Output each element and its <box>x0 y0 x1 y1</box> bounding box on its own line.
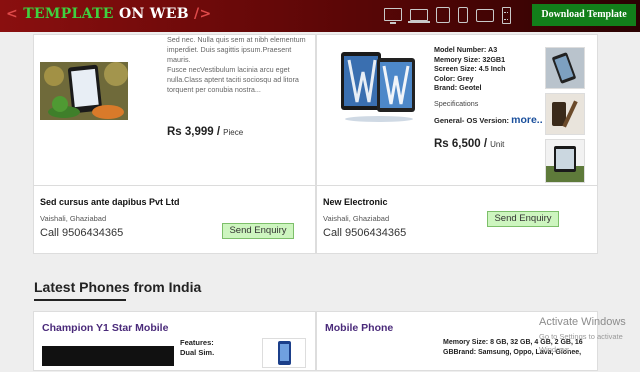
top-bar: < TEMPLATE ON WEB /> Download Template <box>0 0 640 32</box>
send-enquiry-button[interactable]: Send Enquiry <box>487 211 559 227</box>
send-enquiry-button[interactable]: Send Enquiry <box>222 223 294 239</box>
brand-open-bracket: < <box>6 6 19 22</box>
product-thumbnail[interactable] <box>545 139 585 183</box>
description-line: nulla.Class aptent taciti sociosqu ad li… <box>167 75 299 84</box>
phone-image[interactable] <box>42 346 174 366</box>
price-unit: Piece <box>223 128 244 137</box>
price-unit: Unit <box>490 140 505 149</box>
activate-windows-watermark: Activate Windows Go to Settings to activ… <box>539 316 640 356</box>
phone-card: Champion Y1 Star Mobile Features: Dual S… <box>33 311 316 371</box>
spec-line: Memory Size: 32GB1 <box>434 54 506 64</box>
product-image[interactable] <box>337 46 421 126</box>
brand-logo[interactable]: < TEMPLATE ON WEB /> <box>6 6 212 22</box>
feature-line: Features: <box>180 338 214 347</box>
desktop-icon[interactable] <box>384 8 402 24</box>
more-link[interactable]: more.. <box>511 114 543 126</box>
card-divider <box>317 185 597 186</box>
spec-line: Brand: Geotel <box>434 83 482 92</box>
specifications-heading: Specifications <box>434 99 479 108</box>
card-divider <box>34 185 315 186</box>
description-line: Sed nec. Nulla quis sem at nibh elementu… <box>167 35 306 44</box>
product-price: Rs 3,999 / Piece <box>167 126 243 138</box>
product-card: Sed nec. Nulla quis sem at nibh elementu… <box>33 34 316 254</box>
product-thumbnail[interactable] <box>545 47 585 89</box>
price-amount: Rs 3,999 / <box>167 126 221 138</box>
seller-name[interactable]: New Electronic <box>323 197 388 207</box>
brand-close-bracket: /> <box>194 6 212 22</box>
phone-thumbnail[interactable] <box>262 338 306 368</box>
watermark-subtitle: Go to Settings to activate Windows. <box>539 332 623 354</box>
tablet-landscape-icon[interactable] <box>476 9 494 22</box>
feature-phone-icon[interactable] <box>502 7 511 24</box>
product-image[interactable] <box>40 62 128 120</box>
spec-line: Color: Grey <box>434 73 474 83</box>
seller-phone: Call 9506434365 <box>40 227 124 239</box>
os-version-label: General- OS Version: <box>434 116 510 125</box>
spec-line: Screen Size: 4.5 Inch <box>434 64 506 73</box>
download-template-button[interactable]: Download Template <box>532 4 636 26</box>
brand-word-template: TEMPLATE <box>23 6 114 22</box>
tablet-icon[interactable] <box>436 7 450 23</box>
watermark-title: Activate Windows <box>539 316 626 328</box>
phone-title[interactable]: Mobile Phone <box>325 322 393 334</box>
seller-location: Vaishali, Ghaziabad <box>323 214 390 223</box>
product-price: Rs 6,500 / Unit <box>434 138 504 150</box>
product-thumbnail[interactable] <box>545 93 585 135</box>
description-line: imperdiet. Duis sagittis ipsum.Praesent … <box>167 45 292 64</box>
phone-icon[interactable] <box>458 7 468 23</box>
seller-location: Vaishali, Ghaziabad <box>40 214 107 223</box>
description-line: Fusce necVestibulum lacinia arcu eget <box>167 65 290 74</box>
os-version-row: General- OS Version: more.. <box>434 114 543 126</box>
phone-title[interactable]: Champion Y1 Star Mobile <box>42 322 168 334</box>
seller-name[interactable]: Sed cursus ante dapibus Pvt Ltd <box>40 197 180 207</box>
product-description: Sed nec. Nulla quis sem at nibh elementu… <box>167 35 307 95</box>
feature-line: Dual Sim. <box>180 348 215 357</box>
laptop-icon[interactable] <box>408 9 430 23</box>
product-specs: Model Number: A3 Memory Size: 32GB1 Scre… <box>434 45 506 93</box>
price-amount: Rs 6,500 / <box>434 138 488 150</box>
product-card: Model Number: A3 Memory Size: 32GB1 Scre… <box>316 34 598 254</box>
description-line: torquent per conubia nostra... <box>167 85 261 94</box>
spec-line: Model Number: A3 <box>434 45 498 54</box>
section-underline <box>34 299 126 301</box>
section-title: Latest Phones from India <box>34 279 202 295</box>
seller-phone: Call 9506434365 <box>323 227 407 239</box>
brand-word-on-web: ON WEB <box>118 6 189 22</box>
phone-features: Features: Dual Sim. <box>180 338 214 358</box>
